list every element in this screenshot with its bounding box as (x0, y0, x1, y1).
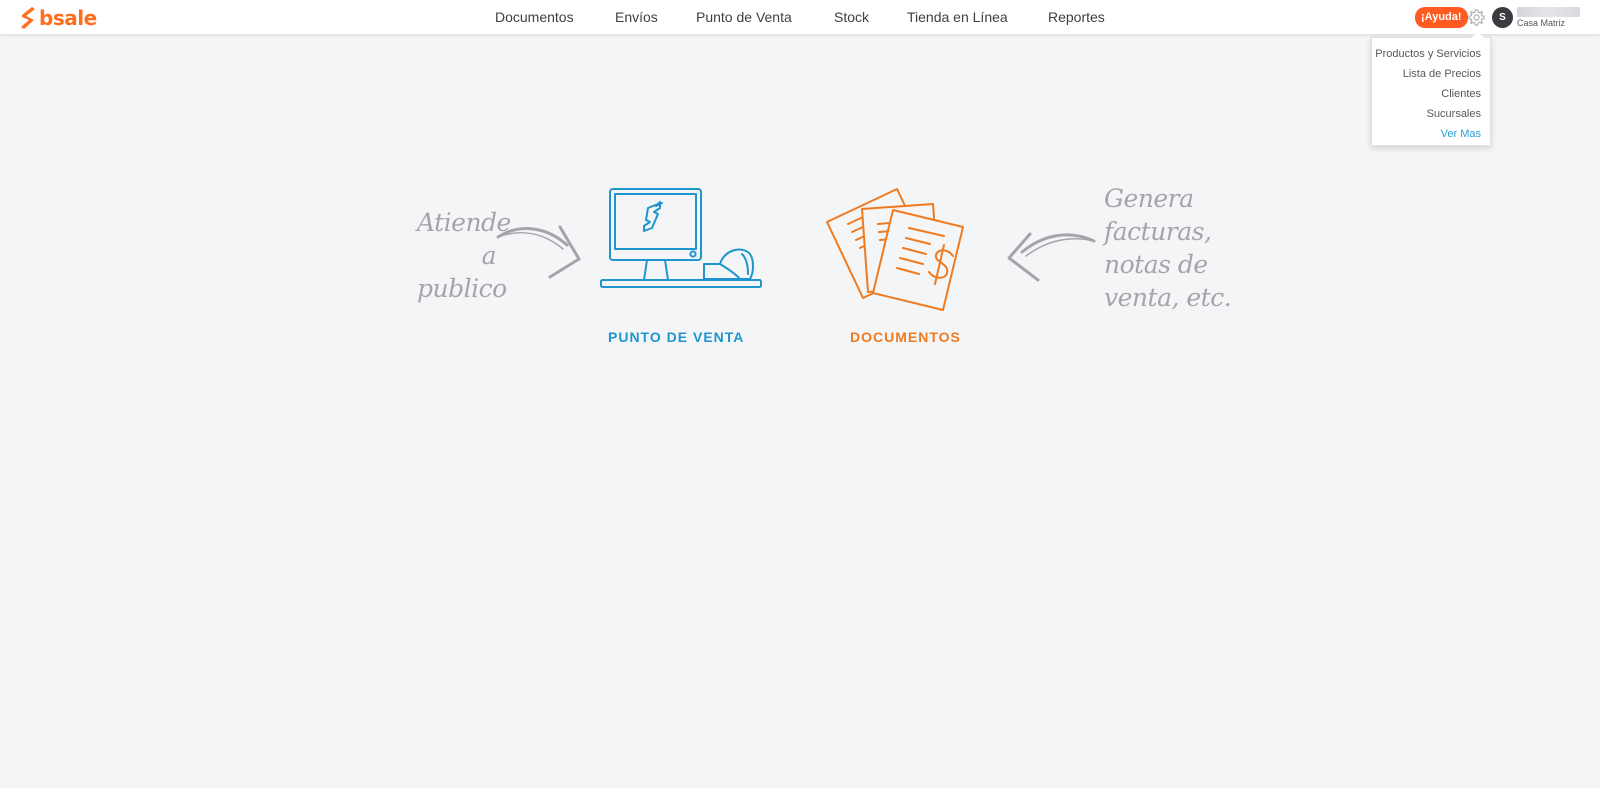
user-name-redacted (1517, 7, 1580, 17)
punto-de-venta-link[interactable]: PUNTO DE VENTA (608, 329, 744, 345)
bsale-logo[interactable]: bsale (20, 5, 97, 31)
menu-item-ver-mas[interactable]: Ver Mas (1372, 124, 1490, 144)
gear-icon[interactable] (1467, 8, 1486, 27)
top-navigation-bar: bsale Documentos Envíos Punto de Venta S… (0, 0, 1600, 35)
nav-item-envios[interactable]: Envíos (615, 0, 658, 35)
documentos-link[interactable]: DOCUMENTOS (850, 329, 961, 345)
left-arrow-icon (496, 225, 581, 279)
right-handwritten-note: Genera facturas, notas de venta, etc. (1104, 182, 1232, 314)
menu-item-clientes[interactable]: Clientes (1372, 84, 1490, 104)
nav-item-punto-de-venta[interactable]: Punto de Venta (696, 0, 792, 35)
brand-name: bsale (39, 6, 97, 30)
right-note-line: facturas, (1104, 217, 1212, 246)
left-note-line: a (481, 241, 497, 270)
right-note-line: Genera (1104, 184, 1194, 213)
main-content: Atiende a publico Genera facturas, notas… (0, 36, 1600, 788)
main-nav: Documentos Envíos Punto de Venta Stock T… (0, 0, 1600, 35)
left-handwritten-note: Atiende a publico (417, 206, 511, 305)
left-note-line: publico (417, 274, 507, 303)
help-button[interactable]: ¡Ayuda! (1415, 7, 1468, 28)
menu-item-lista-de-precios[interactable]: Lista de Precios (1372, 64, 1490, 84)
dropdown-caret (1471, 32, 1485, 38)
user-avatar[interactable]: S (1492, 7, 1513, 28)
nav-item-stock[interactable]: Stock (834, 0, 869, 35)
settings-dropdown: Productos y Servicios Lista de Precios C… (1371, 37, 1491, 146)
nav-item-reportes[interactable]: Reportes (1048, 0, 1105, 35)
menu-item-sucursales[interactable]: Sucursales (1372, 104, 1490, 124)
left-note-line: Atiende (417, 208, 511, 237)
documents-icon[interactable] (826, 184, 966, 314)
pos-terminal-icon[interactable] (600, 188, 762, 298)
menu-item-productos-y-servicios[interactable]: Productos y Servicios (1372, 44, 1490, 64)
branch-selector[interactable]: Casa Matriz (1517, 18, 1565, 28)
bsale-logo-icon (21, 7, 35, 29)
right-arrow-icon (1007, 232, 1096, 282)
nav-item-tienda-en-linea[interactable]: Tienda en Línea (907, 0, 1008, 35)
nav-item-documentos[interactable]: Documentos (495, 0, 574, 35)
right-note-line: notas de (1104, 250, 1208, 279)
right-note-line: venta, etc. (1104, 283, 1232, 312)
